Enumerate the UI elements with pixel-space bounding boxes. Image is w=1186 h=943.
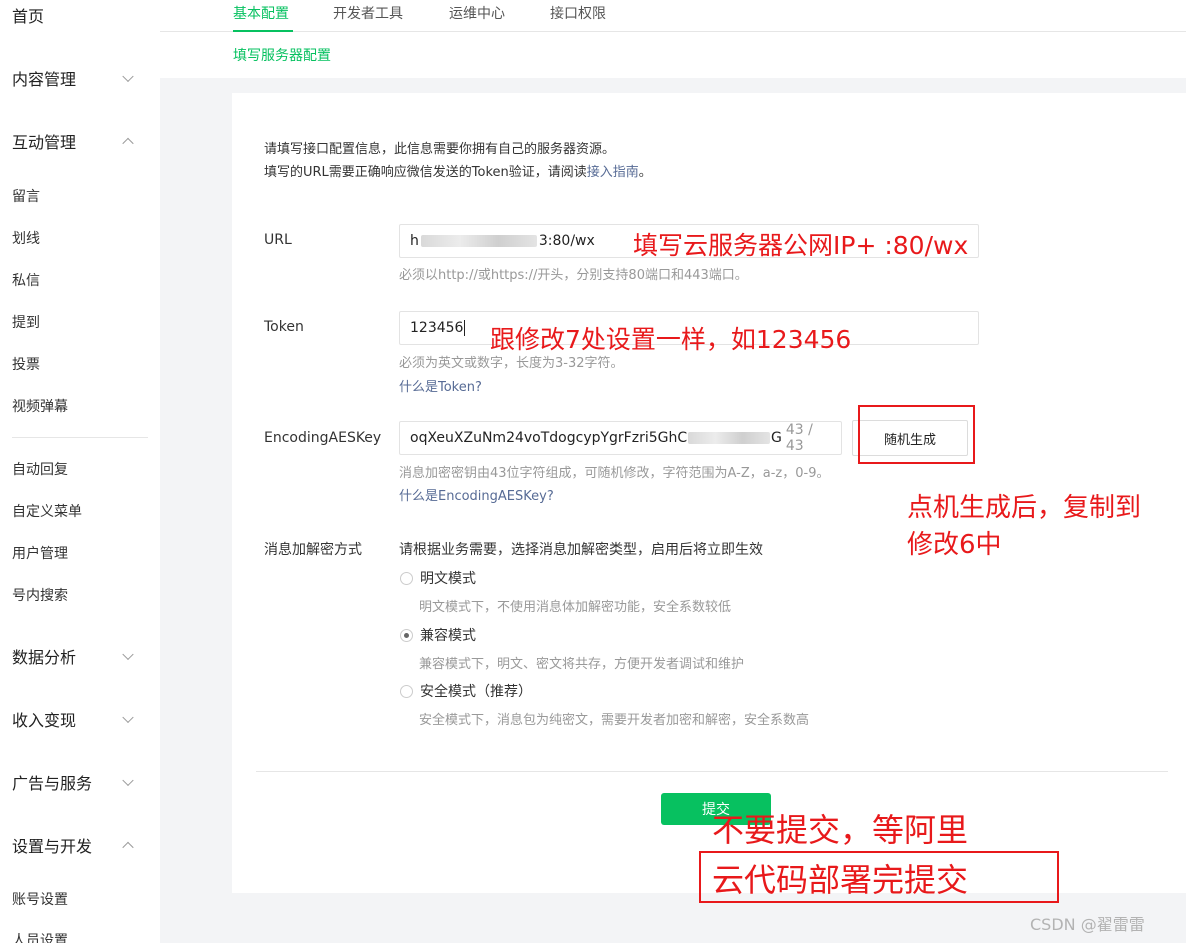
encrypt-mode-prompt: 请根据业务需要，选择消息加解密类型，启用后将立即生效 (399, 542, 763, 558)
aes-key-hint: 消息加密密钥由43位字符组成，可随机修改，字符范围为A-Z，a-z，0-9。 (399, 466, 830, 481)
nav-interaction[interactable]: 互动管理 (12, 129, 142, 153)
compatible-desc: 兼容模式下，明文、密文将共存，方便开发者调试和维护 (419, 657, 745, 672)
nav-analytics-label: 数据分析 (12, 648, 77, 667)
nav-item-user-management[interactable]: 用户管理 (12, 543, 68, 563)
url-value-prefix: h (410, 233, 419, 249)
annotation-box-generate (858, 405, 975, 464)
tab-basic-config[interactable]: 基本配置 (233, 3, 289, 23)
nav-ads[interactable]: 广告与服务 (12, 770, 142, 794)
nav-home[interactable]: 首页 (12, 3, 142, 27)
nav-settings-label: 设置与开发 (12, 837, 93, 856)
radio-compatible[interactable]: 兼容模式 (400, 625, 476, 645)
radio-compatible-label: 兼容模式 (420, 628, 476, 644)
token-label: Token (264, 319, 304, 335)
redacted-key (688, 432, 770, 444)
nav-content[interactable]: 内容管理 (12, 66, 142, 90)
token-value: 123456 (410, 320, 464, 336)
radio-secure[interactable]: 安全模式（推荐） (400, 681, 532, 701)
nav-item-vote[interactable]: 投票 (12, 354, 40, 374)
nav-divider (12, 437, 148, 438)
tab-api-permissions[interactable]: 接口权限 (550, 3, 606, 23)
redacted-ip (420, 235, 537, 247)
chevron-down-icon (122, 648, 134, 661)
chevron-up-icon (122, 137, 134, 150)
nav-item-staff-settings[interactable]: 人员设置 (12, 930, 68, 943)
nav-item-auto-reply[interactable]: 自动回复 (12, 459, 68, 479)
secure-desc: 安全模式下，消息包为纯密文，需要开发者加密和解密，安全系数高 (419, 713, 810, 728)
tab-bar: 基本配置 开发者工具 运维中心 接口权限 (160, 0, 1186, 32)
watermark: CSDN @翟雷雷 (1030, 915, 1145, 934)
tab-ops-center[interactable]: 运维中心 (449, 3, 505, 23)
radio-circle[interactable] (400, 684, 413, 698)
nav-item-messages[interactable]: 私信 (12, 270, 40, 290)
intro-suffix: 。 (638, 165, 652, 180)
nav-analytics[interactable]: 数据分析 (12, 644, 142, 668)
aes-key-input[interactable]: oqXeuXZuNm24voTdogcypYgrFzri5GhC G 43 / … (399, 421, 842, 455)
annotation-token: 跟修改7处设置一样，如123456 (490, 325, 852, 354)
radio-secure-label: 安全模式（推荐） (420, 684, 532, 700)
form-divider (256, 771, 1168, 772)
intro-line-1: 请填写接口配置信息，此信息需要你拥有自己的服务器资源。 (264, 142, 616, 157)
nav-item-comments[interactable]: 留言 (12, 186, 40, 206)
chevron-down-icon (122, 774, 134, 787)
nav-item-custom-menu[interactable]: 自定义菜单 (12, 501, 82, 521)
annotation-generate-line1: 点机生成后，复制到 (907, 493, 1142, 523)
aes-key-help-link[interactable]: 什么是EncodingAESKey? (399, 485, 554, 504)
encrypt-mode-label: 消息加解密方式 (264, 542, 362, 558)
sidebar: 首页 内容管理 互动管理 留言 划线 私信 提到 投票 视频弹幕 自动回复 自定… (0, 0, 160, 943)
intro-line-2: 填写的URL需要正确响应微信发送的Token验证，请阅读接入指南。 (264, 161, 652, 180)
radio-circle[interactable] (400, 571, 413, 585)
nav-home-label: 首页 (12, 7, 45, 26)
nav-item-underline[interactable]: 划线 (12, 228, 40, 248)
nav-item-mentions[interactable]: 提到 (12, 312, 40, 332)
token-help-link[interactable]: 什么是Token? (399, 376, 482, 395)
sub-header: 填写服务器配置 (160, 32, 1186, 78)
chevron-down-icon (122, 70, 134, 83)
nav-monetize[interactable]: 收入变现 (12, 707, 142, 731)
url-label: URL (264, 232, 292, 248)
annotation-submit-line2: 云代码部署完提交 (712, 861, 969, 899)
radio-plaintext-label: 明文模式 (420, 571, 476, 587)
nav-content-label: 内容管理 (12, 70, 77, 89)
text-cursor (464, 320, 466, 336)
char-counter: 43 / 43 (785, 422, 813, 454)
nav-monetize-label: 收入变现 (12, 711, 77, 730)
nav-item-account-settings[interactable]: 账号设置 (12, 889, 68, 909)
guide-link[interactable]: 接入指南 (587, 165, 639, 180)
chevron-down-icon (122, 711, 134, 724)
nav-interaction-label: 互动管理 (12, 133, 77, 152)
nav-ads-label: 广告与服务 (12, 774, 93, 793)
chevron-up-icon (122, 841, 134, 854)
breadcrumb: 填写服务器配置 (233, 48, 331, 64)
nav-settings[interactable]: 设置与开发 (12, 833, 142, 857)
radio-plaintext[interactable]: 明文模式 (400, 568, 476, 588)
aes-key-label: EncodingAESKey (264, 430, 382, 446)
aes-key-tail: G (770, 430, 782, 446)
tab-developer-tools[interactable]: 开发者工具 (333, 3, 403, 23)
annotation-url: 填写云服务器公网IP+ :80/wx (633, 231, 969, 260)
url-hint: 必须以http://或https://开头，分别支持80端口和443端口。 (399, 268, 748, 283)
url-value-suffix: 3:80/wx (538, 233, 595, 249)
annotation-generate-line2: 修改6中 (907, 530, 1002, 560)
intro-text: 填写的URL需要正确响应微信发送的Token验证，请阅读 (264, 165, 587, 180)
nav-item-danmaku[interactable]: 视频弹幕 (12, 396, 68, 416)
aes-key-value: oqXeuXZuNm24voTdogcypYgrFzri5GhC (410, 430, 688, 446)
nav-item-search[interactable]: 号内搜索 (12, 585, 68, 605)
plaintext-desc: 明文模式下，不使用消息体加解密功能，安全系数较低 (419, 600, 732, 615)
radio-circle-checked[interactable] (400, 628, 413, 642)
annotation-submit-line1: 不要提交，等阿里 (712, 811, 969, 849)
